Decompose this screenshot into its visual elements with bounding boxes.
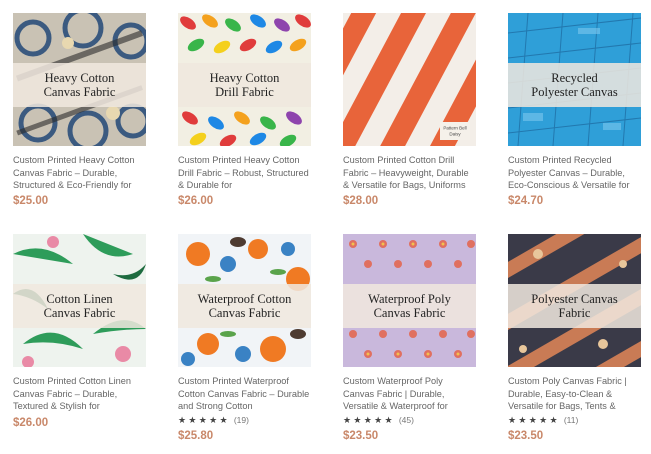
product-title-line: Cotton Linen	[46, 292, 113, 306]
product-price: $23.50	[508, 430, 544, 442]
product-title-line: Fabric	[558, 306, 591, 320]
product-card[interactable]: Heavy Cotton Drill Fabric Custom Printed…	[178, 13, 311, 233]
star-rating-icon: ★★★★★	[343, 414, 395, 425]
product-image[interactable]: Cotton Linen Canvas Fabric	[13, 234, 146, 367]
product-title-overlay: Polyester Canvas Fabric	[508, 284, 641, 328]
product-rating[interactable]: ★★★★★ (45)	[343, 414, 476, 426]
product-title-line: Heavy Cotton	[209, 71, 280, 85]
product-card[interactable]: Recycled Polyester Canvas Custom Printed…	[508, 13, 641, 233]
product-description[interactable]: Custom Waterproof Poly Canvas Fabric | D…	[343, 375, 476, 413]
product-image[interactable]: Recycled Polyester Canvas	[508, 13, 641, 146]
svg-text:Pattern Bell: Pattern Bell	[443, 126, 466, 131]
product-grid: Heavy Cotton Canvas Fabric Custom Printe…	[13, 13, 641, 454]
product-card[interactable]: Waterproof Cotton Canvas Fabric Custom P…	[178, 234, 311, 454]
product-title-line: Heavy Cotton	[44, 71, 115, 85]
product-card[interactable]: Cotton Linen Canvas Fabric Custom Printe…	[13, 234, 146, 454]
product-title-line: Canvas Fabric	[43, 306, 116, 320]
product-image[interactable]: Pattern Bell Daisy	[343, 13, 476, 146]
product-price: $23.50	[343, 430, 379, 442]
product-rating[interactable]: ★★★★★ (11)	[508, 414, 641, 426]
product-title-overlay: Recycled Polyester Canvas	[508, 63, 641, 107]
review-count: (45)	[398, 415, 414, 425]
product-image[interactable]: Waterproof Poly Canvas Fabric	[343, 234, 476, 367]
review-count: (19)	[233, 415, 249, 425]
product-price: $26.00	[13, 417, 49, 429]
product-price: $26.00	[178, 195, 214, 207]
product-title-line: Waterproof Poly	[368, 292, 451, 306]
product-rating[interactable]: ★★★★★ (19)	[178, 414, 311, 426]
star-rating-icon: ★★★★★	[178, 414, 230, 425]
fabric-tag: Pattern Bell Daisy	[440, 122, 470, 140]
product-title-line: Canvas Fabric	[43, 85, 116, 99]
star-rating-icon: ★★★★★	[508, 414, 560, 425]
product-image[interactable]: Heavy Cotton Canvas Fabric	[13, 13, 146, 146]
product-title-line: Waterproof Cotton	[197, 292, 292, 306]
product-title-line: Canvas Fabric	[373, 306, 446, 320]
product-title-overlay: Waterproof Poly Canvas Fabric	[343, 284, 476, 328]
product-title-overlay: Waterproof Cotton Canvas Fabric	[178, 284, 311, 328]
product-image[interactable]: Waterproof Cotton Canvas Fabric	[178, 234, 311, 367]
product-description[interactable]: Custom Printed Waterproof Cotton Canvas …	[178, 375, 311, 413]
product-title-overlay: Heavy Cotton Canvas Fabric	[13, 63, 146, 107]
product-title-overlay: Cotton Linen Canvas Fabric	[13, 284, 146, 328]
product-title-line: Drill Fabric	[215, 85, 274, 99]
product-card[interactable]: Polyester Canvas Fabric Custom Poly Canv…	[508, 234, 641, 454]
product-description[interactable]: Custom Printed Cotton Linen Canvas Fabri…	[13, 375, 146, 413]
product-title-line: Polyester Canvas	[531, 85, 618, 99]
product-description[interactable]: Custom Printed Heavy Cotton Drill Fabric…	[178, 154, 311, 192]
product-title-line: Canvas Fabric	[208, 306, 281, 320]
product-description[interactable]: Custom Printed Recycled Polyester Canvas…	[508, 154, 641, 192]
product-title-line: Polyester Canvas	[531, 292, 618, 306]
product-price: $25.00	[13, 195, 49, 207]
product-title-overlay: Heavy Cotton Drill Fabric	[178, 63, 311, 107]
product-card[interactable]: Pattern Bell Daisy Custom Printed Cotton…	[343, 13, 476, 233]
svg-text:Daisy: Daisy	[449, 132, 461, 137]
product-description[interactable]: Custom Poly Canvas Fabric | Durable, Eas…	[508, 375, 641, 413]
product-image[interactable]: Heavy Cotton Drill Fabric	[178, 13, 311, 146]
product-card[interactable]: Heavy Cotton Canvas Fabric Custom Printe…	[13, 13, 146, 233]
product-price: $28.00	[343, 195, 379, 207]
product-image[interactable]: Polyester Canvas Fabric	[508, 234, 641, 367]
review-count: (11)	[563, 415, 579, 425]
product-price: $25.80	[178, 430, 214, 442]
product-description[interactable]: Custom Printed Heavy Cotton Canvas Fabri…	[13, 154, 146, 192]
product-price: $24.70	[508, 195, 544, 207]
product-description[interactable]: Custom Printed Cotton Drill Fabric – Hea…	[343, 154, 476, 192]
product-card[interactable]: Waterproof Poly Canvas Fabric Custom Wat…	[343, 234, 476, 454]
product-title-line: Recycled	[551, 71, 598, 85]
